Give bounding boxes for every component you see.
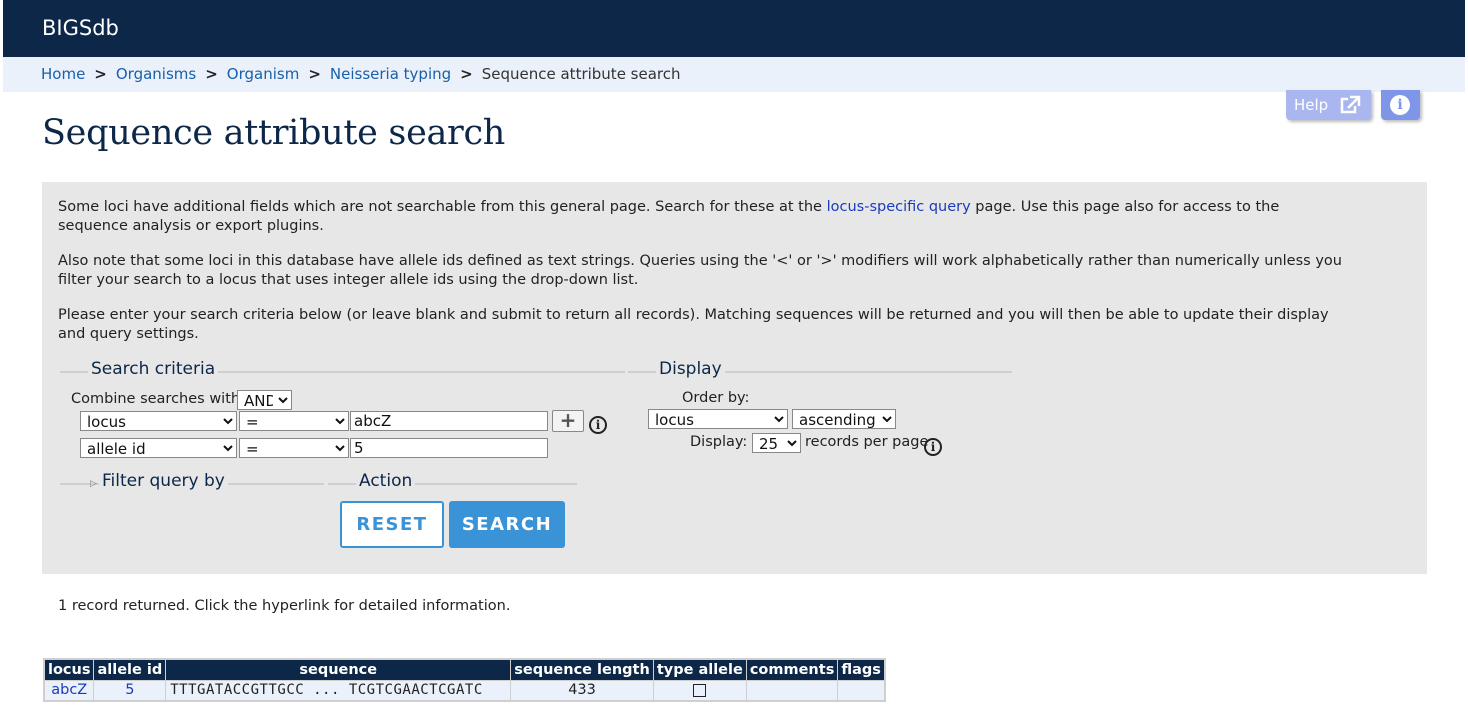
add-row-button[interactable]: + — [552, 410, 584, 432]
breadcrumb-current: Sequence attribute search — [481, 65, 681, 83]
column-header-locus[interactable]: locus — [43, 658, 95, 681]
intro-paragraph-2: Also note that some loci in this databas… — [58, 253, 1342, 288]
help-label: Help — [1294, 96, 1329, 114]
cell-locus: abcZ — [43, 679, 95, 702]
order-by-label: Order by: — [682, 390, 750, 406]
reset-button[interactable]: RESET — [340, 501, 444, 548]
column-header-sequence[interactable]: sequence — [165, 658, 512, 681]
field-select-2[interactable]: allele id — [80, 438, 237, 458]
search-criteria-legend: Search criteria — [88, 359, 219, 379]
value-input-1[interactable] — [350, 411, 548, 431]
column-header-sequence-length[interactable]: sequence length — [510, 658, 654, 681]
page-title: Sequence attribute search — [42, 113, 506, 153]
expand-triangle-icon[interactable]: ▷ — [90, 479, 97, 489]
column-header-comments[interactable]: comments — [745, 658, 839, 681]
allele-id-link[interactable]: 5 — [125, 682, 134, 698]
operator-select-1[interactable]: = — [239, 411, 349, 431]
field-select-1[interactable]: locus — [80, 411, 237, 431]
table-header-row: locus allele id sequence sequence length… — [43, 658, 886, 681]
query-panel: Some loci have additional fields which a… — [42, 182, 1427, 574]
type-allele-checkbox — [693, 683, 707, 697]
breadcrumb-home[interactable]: Home — [41, 65, 85, 83]
column-header-type-allele[interactable]: type allele — [652, 658, 747, 681]
intro-text: Some loci have additional fields which a… — [58, 199, 827, 215]
info-button[interactable]: i — [1381, 90, 1420, 120]
table-row: abcZ 5 TTTGATACCGTTGCC ... TCGTCGAACTCGA… — [43, 679, 886, 702]
combine-label: Combine searches with: — [71, 391, 245, 407]
cell-flags — [837, 679, 886, 702]
breadcrumb-separator: > — [94, 65, 107, 83]
display-legend: Display — [656, 359, 725, 379]
breadcrumb-separator: > — [205, 65, 218, 83]
cell-type-allele — [652, 679, 747, 702]
info-icon[interactable]: i — [589, 416, 607, 434]
intro-paragraph-3: Please enter your search criteria below … — [58, 307, 1329, 342]
direction-select[interactable]: ascending — [792, 409, 896, 429]
app-brand[interactable]: BIGSdb — [42, 16, 119, 40]
display-count-label: Display: — [690, 434, 748, 450]
locus-specific-query-link[interactable]: locus-specific query — [827, 199, 971, 215]
cell-sequence: TTTGATACCGTTGCC ... TCGTCGAACTCGATC — [165, 679, 512, 702]
results-table: locus allele id sequence sequence length… — [43, 658, 886, 702]
filter-legend[interactable]: Filter query by — [99, 471, 228, 491]
locus-link[interactable]: abcZ — [51, 682, 87, 698]
cell-sequence-length: 433 — [510, 679, 654, 702]
info-icon[interactable]: i — [924, 438, 942, 456]
breadcrumb-organisms[interactable]: Organisms — [116, 65, 196, 83]
column-header-allele-id[interactable]: allele id — [93, 658, 167, 681]
top-header: BIGSdb — [3, 0, 1465, 57]
search-button[interactable]: SEARCH — [449, 501, 565, 548]
value-input-2[interactable] — [350, 438, 548, 458]
combine-select[interactable]: AND — [237, 390, 292, 410]
breadcrumb-separator: > — [460, 65, 473, 83]
per-page-select[interactable]: 25 — [752, 433, 801, 453]
breadcrumb-separator: > — [308, 65, 321, 83]
intro-paragraph-1: Some loci have additional fields which a… — [58, 198, 1348, 236]
per-page-suffix: records per page — [805, 434, 929, 450]
cell-comments — [745, 679, 839, 702]
order-by-select[interactable]: locus — [648, 409, 788, 429]
result-summary: 1 record returned. Click the hyperlink f… — [58, 598, 511, 614]
cell-allele-id: 5 — [93, 679, 167, 702]
external-link-icon — [1340, 95, 1361, 114]
breadcrumb-organism[interactable]: Organism — [227, 65, 300, 83]
info-icon: i — [1390, 95, 1410, 115]
breadcrumb: Home > Organisms > Organism > Neisseria typing… — [3, 57, 1465, 92]
operator-select-2[interactable]: = — [239, 438, 349, 458]
breadcrumb-neisseria-typing[interactable]: Neisseria typing — [330, 65, 451, 83]
action-legend: Action — [356, 471, 416, 491]
column-header-flags[interactable]: flags — [837, 658, 886, 681]
help-button[interactable]: Help — [1286, 90, 1371, 120]
